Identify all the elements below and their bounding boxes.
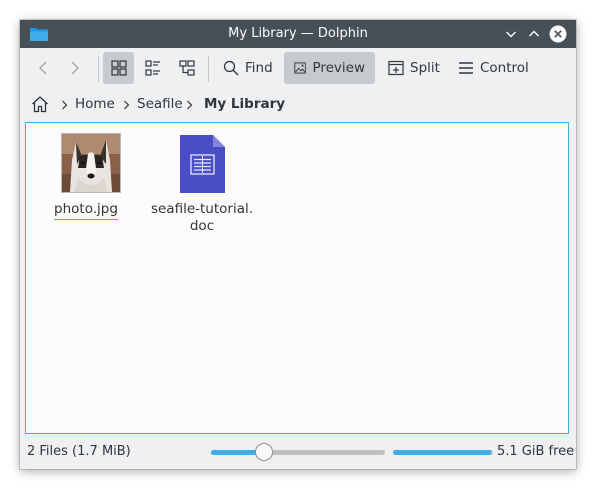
preview-label: Preview [312,60,365,76]
split-button[interactable]: Split [382,52,446,84]
chevron-right-icon [62,100,68,110]
chevron-right-icon [187,100,193,110]
dolphin-window: My Library — Dolphin Find Preview Split … [20,20,576,469]
file-name: photo.jpg [54,201,118,220]
file-name-line: doc [189,218,215,234]
status-summary: 2 Files (1.7 MiB) [27,444,131,459]
close-icon[interactable] [549,25,567,43]
file-view[interactable]: photo.jpg seafile-tutorial. doc [25,122,569,434]
control-button[interactable]: Control [452,52,535,84]
split-view-icon [388,60,404,76]
chevron-right-icon [71,61,79,75]
title-bar[interactable]: My Library — Dolphin [20,20,576,48]
file-item-document[interactable]: seafile-tutorial. doc [147,123,257,243]
chevron-left-icon [39,61,47,75]
home-icon[interactable] [31,95,49,113]
control-label: Control [480,60,529,76]
find-button[interactable]: Find [217,52,279,84]
file-name: seafile-tutorial. doc [147,201,257,235]
window-title: My Library — Dolphin [228,26,368,41]
photo-thumbnail [61,133,121,193]
image-preview-icon [294,62,307,74]
breadcrumb-item-current[interactable]: My Library [204,96,285,112]
toolbar: Find Preview Split Control [20,48,576,90]
icons-view-button[interactable] [103,52,134,84]
chevron-right-icon [124,100,130,110]
icons-view-icon [110,60,127,76]
details-view-button[interactable] [172,52,202,84]
back-button[interactable] [30,52,56,84]
free-space-fill [393,450,491,455]
zoom-slider[interactable] [211,443,385,461]
hamburger-menu-icon [459,62,473,74]
document-icon [180,135,225,193]
status-bar: 2 Files (1.7 MiB) 5.1 GiB free [20,436,576,469]
search-icon [223,60,239,76]
split-label: Split [410,60,440,76]
toolbar-separator [208,56,209,82]
compact-view-icon [145,60,160,76]
file-name-line: seafile-tutorial. [150,201,254,217]
zoom-slider-handle[interactable] [254,443,273,461]
details-view-icon [179,60,195,76]
toolbar-separator [98,56,99,82]
file-item-photo[interactable]: photo.jpg [31,123,141,223]
find-label: Find [245,60,273,76]
maximize-icon[interactable] [525,25,543,43]
compact-view-button[interactable] [138,52,168,84]
breadcrumb-item-home[interactable]: Home [75,96,115,112]
breadcrumb-item-seafile[interactable]: Seafile [137,96,183,112]
preview-button[interactable]: Preview [284,52,375,84]
forward-button[interactable] [62,52,88,84]
minimize-icon[interactable] [502,25,520,43]
breadcrumb: Home Seafile My Library [20,90,576,120]
free-space-bar[interactable] [393,450,493,455]
free-space-label[interactable]: 5.1 GiB free [497,444,574,459]
